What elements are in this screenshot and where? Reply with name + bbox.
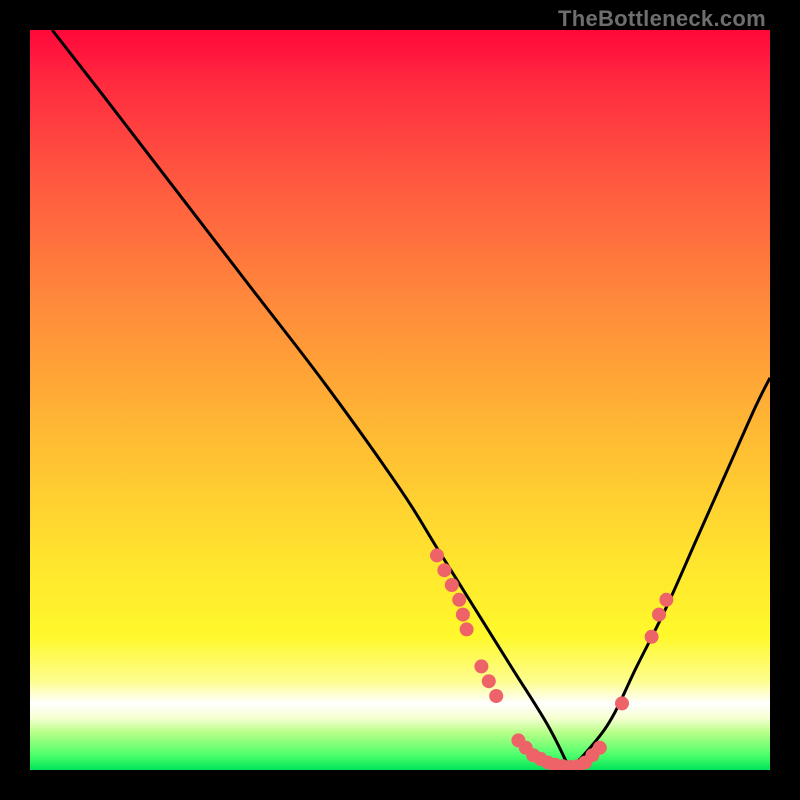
scatter-dot — [482, 674, 496, 688]
curve-layer — [52, 30, 770, 770]
scatter-dot — [460, 622, 474, 636]
scatter-dot — [445, 578, 459, 592]
chart-frame: TheBottleneck.com — [0, 0, 800, 800]
chart-svg — [30, 30, 770, 770]
scatter-dot — [645, 630, 659, 644]
scatter-dot — [430, 548, 444, 562]
scatter-dot — [659, 593, 673, 607]
scatter-dot — [456, 608, 470, 622]
scatter-dot — [474, 659, 488, 673]
watermark-text: TheBottleneck.com — [558, 6, 766, 32]
scatter-dot — [615, 696, 629, 710]
scatter-dot — [652, 608, 666, 622]
scatter-dot — [437, 563, 451, 577]
scatter-dot — [452, 593, 466, 607]
right-curve — [570, 378, 770, 770]
scatter-dot — [593, 741, 607, 755]
scatter-dot — [489, 689, 503, 703]
left-curve — [52, 30, 570, 770]
scatter-points — [430, 548, 673, 770]
